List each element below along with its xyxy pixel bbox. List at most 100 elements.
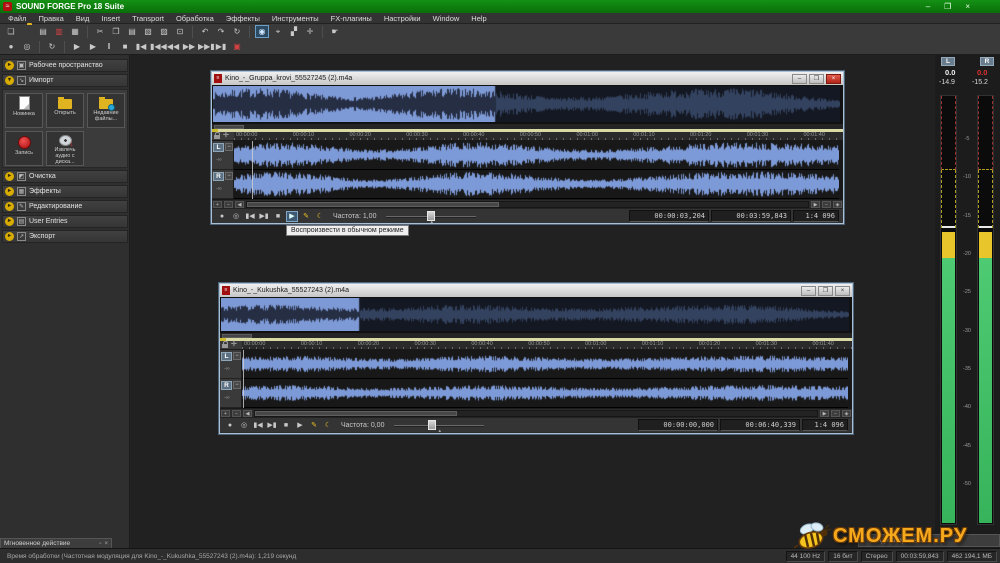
stop-icon[interactable]: ■ bbox=[118, 40, 132, 53]
length-readout[interactable]: 00:06:40,339 bbox=[720, 419, 800, 431]
import-item-new[interactable]: Новинка bbox=[5, 93, 43, 128]
record-icon[interactable]: ● bbox=[216, 211, 228, 222]
pencil-tool-icon[interactable]: ✎ bbox=[300, 211, 312, 222]
scroll-left-button[interactable]: ◀ bbox=[235, 201, 244, 208]
sidebar-section-editing[interactable]: ▸ ✎ Редактирование bbox=[2, 200, 128, 213]
go-to-start-icon[interactable]: ▮◀ bbox=[134, 40, 148, 53]
collapse-channel-button[interactable]: − bbox=[225, 143, 233, 151]
menu-transport[interactable]: Transport bbox=[126, 13, 170, 24]
sidebar-section-import[interactable]: ▾ ↘ Импорт bbox=[2, 74, 128, 87]
channel-mode-field[interactable]: Стерео bbox=[861, 551, 893, 562]
scroll-right-button[interactable]: ▶ bbox=[820, 410, 829, 417]
slider-thumb[interactable] bbox=[428, 420, 436, 430]
stop-icon[interactable]: ■ bbox=[280, 420, 292, 431]
undo-icon[interactable]: ↶ bbox=[198, 25, 212, 38]
menu-insert[interactable]: Insert bbox=[95, 13, 126, 24]
clip-value-right[interactable]: 0.0 bbox=[977, 68, 987, 77]
record-icon[interactable]: ● bbox=[4, 40, 18, 53]
zoom-out-button[interactable]: − bbox=[831, 410, 840, 417]
menu-fx-plugins[interactable]: FX-плагины bbox=[325, 13, 378, 24]
record-icon[interactable]: ● bbox=[224, 420, 236, 431]
scroll-right-button[interactable]: ▶ bbox=[811, 201, 820, 208]
loop-icon[interactable]: ◎ bbox=[238, 420, 250, 431]
zoom-fit-button[interactable]: ◈ bbox=[833, 201, 842, 208]
save-icon[interactable]: ▤ bbox=[36, 25, 50, 38]
menu-edit[interactable]: Правка bbox=[32, 13, 69, 24]
cursor-position-readout[interactable]: 00:00:03,204 bbox=[629, 210, 709, 222]
left-channel-button[interactable]: L bbox=[213, 143, 224, 152]
sidebar-section-export[interactable]: ▸ ↗ Экспорт bbox=[2, 230, 128, 243]
scroll-left-button[interactable]: ◀ bbox=[243, 410, 252, 417]
free-space-field[interactable]: 462 194,1 МБ bbox=[947, 551, 997, 562]
cursor-position-readout[interactable]: 00:00:00,000 bbox=[638, 419, 718, 431]
doc-restore-button[interactable]: ❐ bbox=[809, 74, 824, 84]
loop-playback-icon[interactable]: ↻ bbox=[45, 40, 59, 53]
zoom-fit-button[interactable]: ◈ bbox=[842, 410, 851, 417]
maximize-button[interactable]: ❐ bbox=[944, 0, 951, 13]
minimize-button[interactable]: – bbox=[926, 0, 930, 13]
import-item-extract-cd[interactable]: Извлечь аудио с диска... bbox=[46, 131, 84, 166]
close-icon[interactable]: × bbox=[104, 541, 108, 547]
doc1-right-waveform[interactable] bbox=[234, 170, 839, 199]
menu-view[interactable]: Вид bbox=[70, 13, 96, 24]
rewind-icon[interactable]: ◀◀ bbox=[166, 40, 180, 53]
menu-effects[interactable]: Эффекты bbox=[220, 13, 266, 24]
play-normal-icon[interactable]: ▶ bbox=[286, 211, 298, 222]
cut-icon[interactable]: ✂ bbox=[93, 25, 107, 38]
sidebar-section-effects[interactable]: ▸ ▦ Эффекты bbox=[2, 185, 128, 198]
lock-icon[interactable] bbox=[214, 135, 220, 139]
monitor-icon[interactable]: ◎ bbox=[20, 40, 34, 53]
menu-help[interactable]: Help bbox=[465, 13, 492, 24]
forward-icon[interactable]: ▶▶ bbox=[182, 40, 196, 53]
doc1-overview-waveform[interactable] bbox=[212, 85, 843, 123]
meter-left-button[interactable]: L bbox=[941, 57, 955, 66]
meter-bar-left[interactable] bbox=[940, 95, 957, 525]
previous-marker-icon[interactable]: ▮◀◀ bbox=[150, 40, 164, 53]
doc2-overview-waveform[interactable] bbox=[220, 297, 852, 332]
magnify-tool-icon[interactable]: ⌖ bbox=[271, 25, 285, 38]
move-icon[interactable]: ✛ bbox=[231, 341, 237, 349]
zoom-out-button[interactable]: − bbox=[232, 410, 241, 417]
right-channel-button[interactable]: R bbox=[221, 381, 232, 390]
edit-tool-icon[interactable]: ◉ bbox=[255, 25, 269, 38]
meter-right-button[interactable]: R bbox=[980, 57, 994, 66]
go-to-start-icon[interactable]: ▮◀ bbox=[252, 420, 264, 431]
stop-icon[interactable]: ■ bbox=[272, 211, 284, 222]
lock-icon[interactable] bbox=[222, 344, 228, 348]
menu-tools[interactable]: Инструменты bbox=[266, 13, 325, 24]
zoom-ratio-readout[interactable]: 1:4 096 bbox=[802, 419, 848, 431]
scroll-track[interactable] bbox=[254, 410, 818, 417]
move-icon[interactable]: ✛ bbox=[223, 132, 229, 140]
paste-icon[interactable]: ▤ bbox=[125, 25, 139, 38]
hand-tool-icon[interactable]: ☛ bbox=[328, 25, 342, 38]
repeat-icon[interactable]: ↻ bbox=[230, 25, 244, 38]
zoom-ratio-readout[interactable]: 1:4 096 bbox=[793, 210, 839, 222]
doc1-title-bar[interactable]: ≡ Kino_-_Gruppa_krovi_55527245 (2).m4a –… bbox=[212, 72, 843, 85]
scrub-icon[interactable]: ☾ bbox=[322, 420, 334, 431]
doc2-time-ruler[interactable]: 00:00:0000:00:1000:00:2000:00:3000:00:40… bbox=[242, 341, 852, 349]
spectrum-tool-icon[interactable]: ▞ bbox=[287, 25, 301, 38]
redo-icon[interactable]: ↷ bbox=[214, 25, 228, 38]
sidebar-section-user-entries[interactable]: ▸ ▤ User Entries bbox=[2, 215, 128, 228]
pencil-tool-icon[interactable]: ✎ bbox=[308, 420, 320, 431]
save-all-icon[interactable]: ▦ bbox=[68, 25, 82, 38]
sample-rate-field[interactable]: 44 100 Hz bbox=[786, 551, 826, 562]
length-readout[interactable]: 00:03:59,843 bbox=[711, 210, 791, 222]
scrub-icon[interactable]: ☾ bbox=[314, 211, 326, 222]
rate-slider[interactable]: ▴ bbox=[386, 211, 476, 222]
trim-icon[interactable]: ⊡ bbox=[173, 25, 187, 38]
play-normal-icon[interactable]: ▶ bbox=[294, 420, 306, 431]
import-item-open[interactable]: Открыть bbox=[46, 93, 84, 128]
sidebar-section-workspace[interactable]: ▸ ▣ Рабочее пространство bbox=[2, 59, 128, 72]
bit-depth-field[interactable]: 16 бит bbox=[828, 551, 857, 562]
doc1-left-waveform[interactable] bbox=[234, 141, 839, 170]
doc-minimize-button[interactable]: – bbox=[792, 74, 807, 84]
zoom-in-button[interactable]: + bbox=[221, 410, 230, 417]
go-to-end-icon[interactable]: ▶▮ bbox=[258, 211, 270, 222]
close-button[interactable]: × bbox=[965, 0, 970, 13]
doc2-right-waveform[interactable] bbox=[242, 379, 848, 408]
menu-window[interactable]: Window bbox=[427, 13, 466, 24]
doc-restore-button[interactable]: ❐ bbox=[818, 286, 833, 296]
meter-bar-right[interactable] bbox=[977, 95, 994, 525]
doc-close-button[interactable]: × bbox=[835, 286, 850, 296]
